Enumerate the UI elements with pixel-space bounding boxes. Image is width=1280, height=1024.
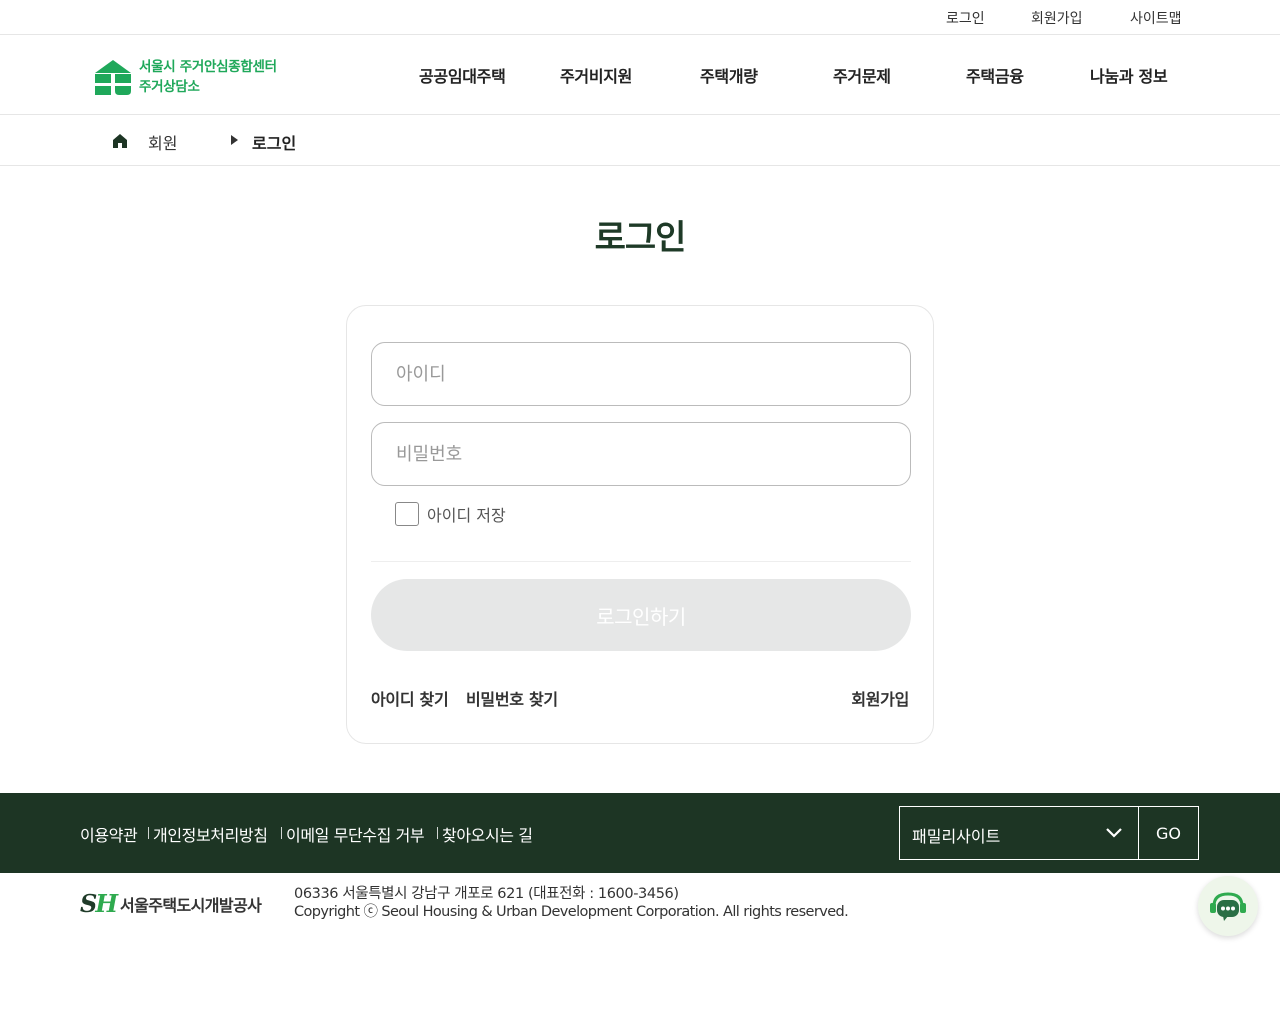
divider [371,561,911,562]
util-login-link[interactable]: 로그인 [946,8,985,28]
family-site-go-button[interactable]: GO [1138,806,1199,860]
footer-separator [148,827,149,839]
gnb-sharing-info[interactable]: 나눔과 정보 [1090,63,1168,87]
footer-terms-link[interactable]: 이용약관 [80,822,138,846]
family-site-select[interactable]: 패밀리사이트 [899,806,1139,860]
signup-link[interactable]: 회원가입 [851,686,909,710]
breadcrumb-current: 로그인 [252,134,297,153]
util-signup-link[interactable]: 회원가입 [1031,8,1083,28]
site-logo[interactable]: 서울시 주거안심종합센터 주거상담소 [95,57,277,97]
site-header: 서울시 주거안심종합센터 주거상담소 공공임대주택 주거비지원 주택개량 주거문… [0,35,1280,115]
gnb-housing-support[interactable]: 주거비지원 [560,63,632,87]
breadcrumb-arrow-icon [231,135,238,145]
find-password-link[interactable]: 비밀번호 찾기 [466,686,558,710]
login-card: 아이디 저장 로그인하기 아이디 찾기 비밀번호 찾기 회원가입 [346,305,934,744]
footer-directions-link[interactable]: 찾아오시는 길 [442,822,533,846]
family-site-label: 패밀리사이트 [912,827,1001,846]
breadcrumb-parent[interactable]: 회원 [148,130,177,154]
find-id-link[interactable]: 아이디 찾기 [371,686,449,710]
footer-copyright: Copyright ⓒ Seoul Housing & Urban Develo… [294,904,849,920]
sh-logo-icon: SH [80,889,118,918]
chevron-down-icon [1106,828,1122,838]
home-icon[interactable] [112,133,128,149]
logo-line1: 서울시 주거안심종합센터 [139,59,277,75]
page-title: 로그인 [594,218,687,258]
footer-address: 06336 서울특별시 강남구 개포로 621 (대표전화 : 1600-345… [294,886,679,902]
gnb-home-improvement[interactable]: 주택개량 [700,63,758,87]
gnb-housing-issues[interactable]: 주거문제 [833,63,891,87]
company-name: 서울주택도시개발공사 [120,895,262,915]
logo-text: 서울시 주거안심종합센터 주거상담소 [139,57,277,97]
sh-company-logo: SH 서울주택도시개발공사 [80,889,262,918]
footer-separator [437,827,438,839]
remember-id-label: 아이디 저장 [427,506,506,525]
house-logo-icon [95,59,131,95]
chatbot-icon [1210,892,1246,921]
password-input[interactable] [371,422,911,486]
footer-bar: 이용약관 개인정보처리방침 이메일 무단수집 거부 찾아오시는 길 패밀리사이트… [0,793,1280,873]
footer-separator [281,827,282,839]
logo-line2: 주거상담소 [139,79,200,95]
gnb-housing-finance[interactable]: 주택금융 [966,63,1024,87]
id-input[interactable] [371,342,911,406]
util-sitemap-link[interactable]: 사이트맵 [1130,8,1182,28]
footer-email-refusal-link[interactable]: 이메일 무단수집 거부 [286,822,425,846]
gnb-public-rental[interactable]: 공공임대주택 [419,63,506,87]
remember-id-checkbox[interactable] [395,502,419,526]
login-submit-button[interactable]: 로그인하기 [371,579,911,651]
breadcrumb: 회원 로그인 [0,115,1280,166]
chatbot-button[interactable] [1198,876,1258,936]
remember-id-option[interactable]: 아이디 저장 [395,502,506,526]
footer-privacy-link[interactable]: 개인정보처리방침 [153,822,268,846]
utility-bar: 로그인 회원가입 사이트맵 [0,0,1280,35]
